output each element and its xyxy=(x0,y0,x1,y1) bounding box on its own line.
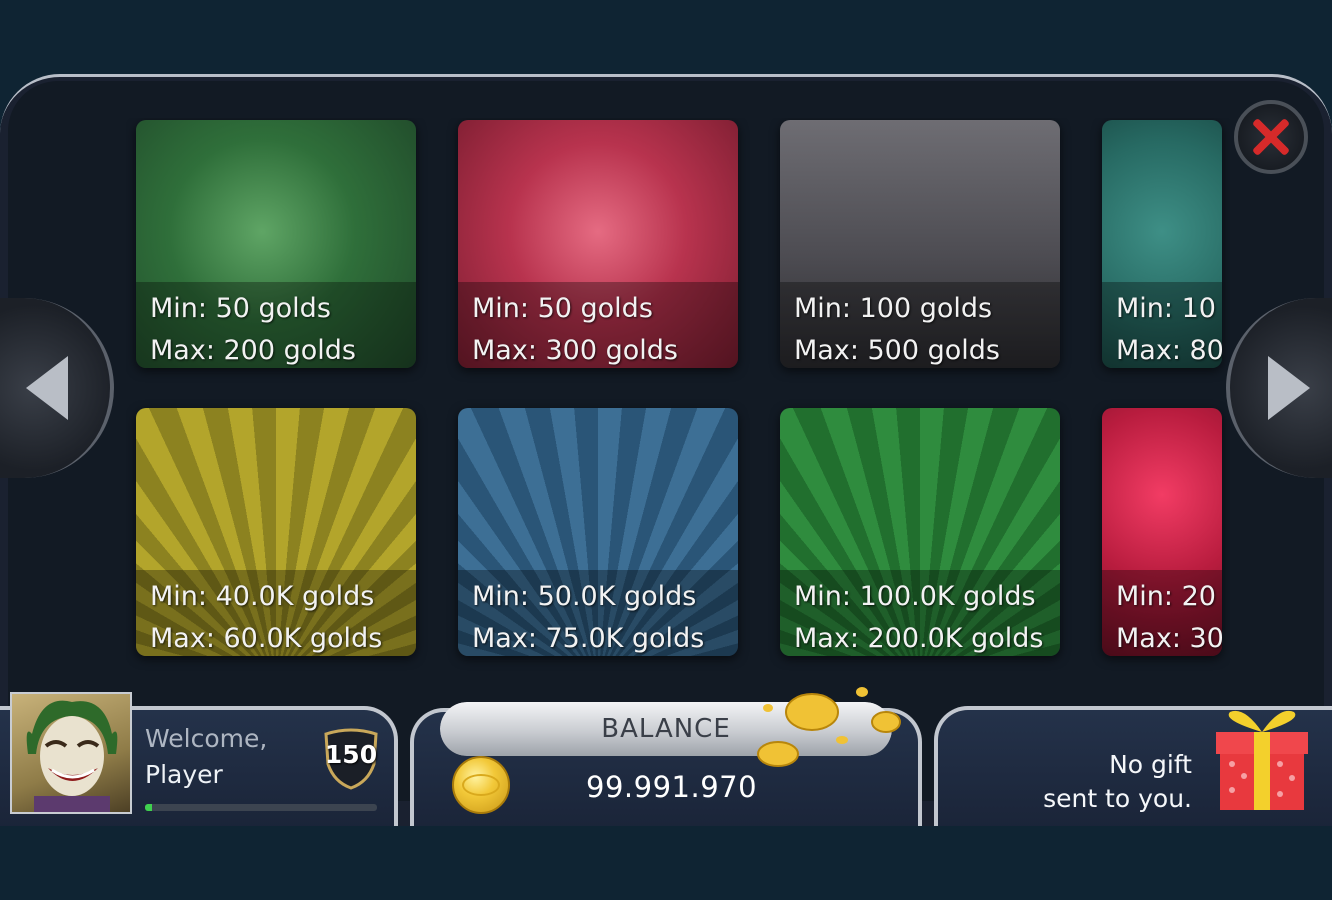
balance-value: 99.991.970 xyxy=(586,770,758,804)
close-button[interactable] xyxy=(1234,100,1308,174)
room-max: Max: 30 xyxy=(1116,623,1222,654)
arrow-right-icon xyxy=(1268,356,1310,420)
welcome-text: Welcome, xyxy=(145,724,268,753)
room-info: Min: 100 golds Max: 500 golds xyxy=(780,282,1060,368)
room-max: Max: 200 golds xyxy=(150,335,356,366)
joker-avatar-icon xyxy=(26,700,118,812)
room-info: Min: 50 golds Max: 300 golds xyxy=(458,282,738,368)
top-band xyxy=(0,0,1332,76)
coins-decoration-icon xyxy=(757,687,901,767)
room-max: Max: 300 golds xyxy=(472,335,678,366)
avatar[interactable] xyxy=(10,692,132,814)
room-min: Min: 50 golds xyxy=(150,293,331,324)
gift-line-2: sent to you. xyxy=(1043,784,1192,813)
level-badge: 150 xyxy=(324,740,378,769)
room-info: Min: 20 Max: 30 xyxy=(1102,570,1222,656)
room-max: Max: 75.0K golds xyxy=(472,623,705,654)
room-max: Max: 80 xyxy=(1116,335,1222,366)
room-max: Max: 60.0K golds xyxy=(150,623,383,654)
room-min: Min: 100.0K golds xyxy=(794,581,1036,612)
player-name: Player xyxy=(145,760,223,789)
room-info: Min: 50.0K golds Max: 75.0K golds xyxy=(458,570,738,656)
room-card[interactable]: Min: 50 golds Max: 200 golds xyxy=(136,120,416,368)
room-min: Min: 50.0K golds xyxy=(472,581,697,612)
room-info: Min: 50 golds Max: 200 golds xyxy=(136,282,416,368)
room-card[interactable]: Min: 10 Max: 80 xyxy=(1102,120,1222,368)
gift-line-1: No gift xyxy=(1109,750,1192,779)
room-grid: Min: 50 golds Max: 200 golds Min: 50 gol… xyxy=(126,118,1230,718)
room-min: Min: 50 golds xyxy=(472,293,653,324)
room-card[interactable]: Min: 100.0K golds Max: 200.0K golds xyxy=(780,408,1060,656)
room-card[interactable]: Min: 40.0K golds Max: 60.0K golds xyxy=(136,408,416,656)
room-card[interactable]: Min: 50 golds Max: 300 golds xyxy=(458,120,738,368)
room-min: Min: 10 xyxy=(1116,293,1216,324)
room-max: Max: 500 golds xyxy=(794,335,1000,366)
xp-progress-fill xyxy=(145,804,152,811)
room-card[interactable]: Min: 50.0K golds Max: 75.0K golds xyxy=(458,408,738,656)
gold-coin-icon xyxy=(452,756,510,814)
room-card[interactable]: Min: 20 Max: 30 xyxy=(1102,408,1222,656)
room-max: Max: 200.0K golds xyxy=(794,623,1044,654)
gift-box-icon[interactable] xyxy=(1214,700,1310,812)
room-info: Min: 10 Max: 80 xyxy=(1102,282,1222,368)
arrow-left-icon xyxy=(26,356,68,420)
xp-progress-bar xyxy=(145,804,377,811)
room-min: Min: 40.0K golds xyxy=(150,581,375,612)
room-info: Min: 100.0K golds Max: 200.0K golds xyxy=(780,570,1060,656)
room-min: Min: 100 golds xyxy=(794,293,993,324)
room-card[interactable]: Min: 100 golds Max: 500 golds xyxy=(780,120,1060,368)
bottom-band xyxy=(0,826,1332,900)
room-info: Min: 40.0K golds Max: 60.0K golds xyxy=(136,570,416,656)
gift-message: No gift sent to you. xyxy=(1000,748,1192,816)
room-min: Min: 20 xyxy=(1116,581,1216,612)
